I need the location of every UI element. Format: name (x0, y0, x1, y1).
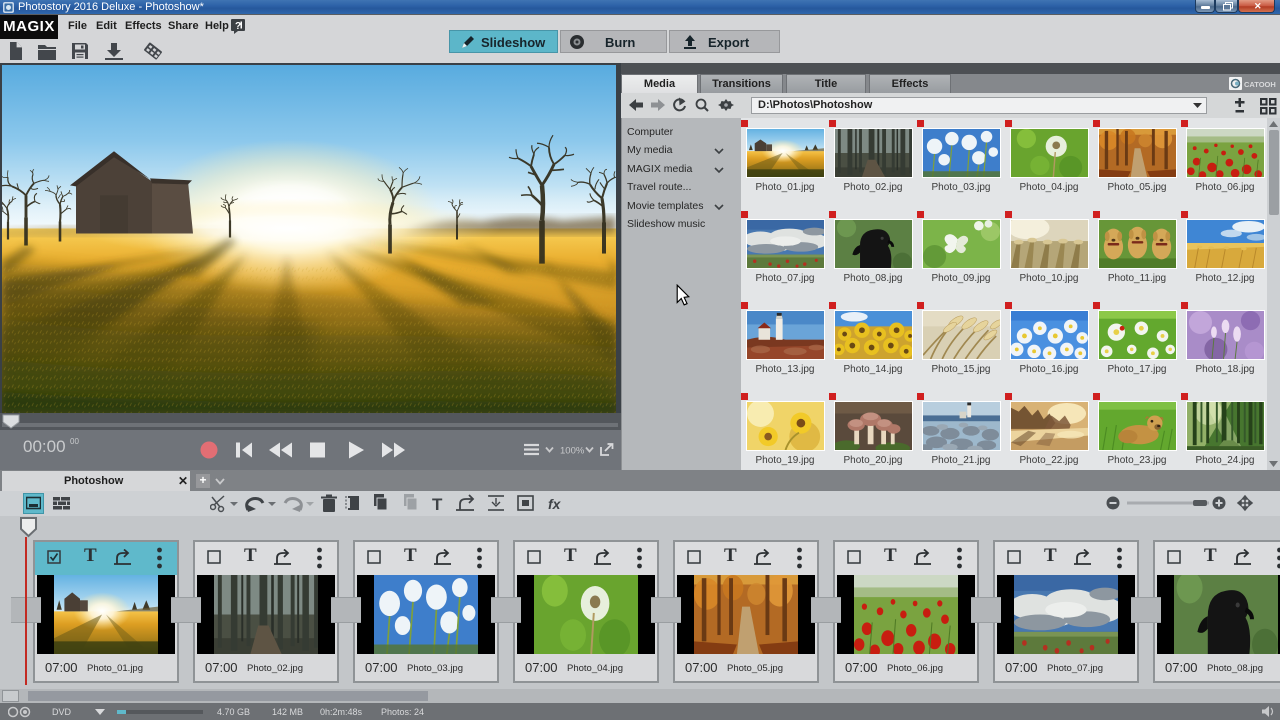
svg-text:?: ? (235, 21, 241, 32)
svg-text:CATOOH: CATOOH (1244, 80, 1276, 89)
svg-text:100%: 100% (560, 446, 585, 457)
svg-text:T: T (432, 495, 443, 514)
svg-text:fx: fx (548, 496, 562, 512)
